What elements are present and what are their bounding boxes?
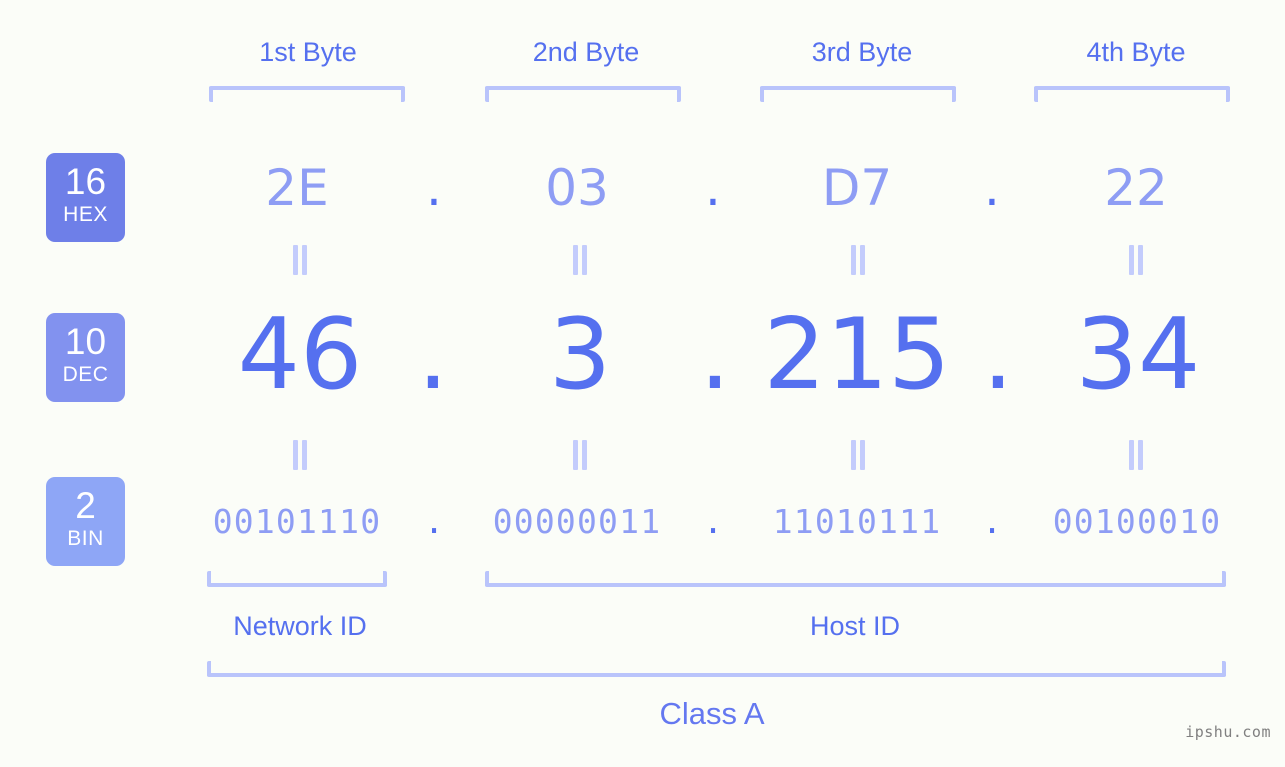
host-id-bracket: [485, 571, 1226, 587]
equals-icon-dec-bin-1: [291, 440, 309, 470]
dec-dot-2: .: [699, 298, 731, 412]
equals-icon-hex-dec-3: [849, 245, 867, 275]
bin-byte-3: 11010111: [772, 502, 942, 541]
dec-byte-3: 215: [763, 298, 951, 412]
byte-header-1: 1st Byte: [259, 37, 357, 67]
hex-dot-2: .: [705, 159, 721, 217]
ip-breakdown-diagram: 1st Byte 2nd Byte 3rd Byte 4th Byte 16 H…: [0, 0, 1285, 767]
watermark: ipshu.com: [1185, 723, 1271, 741]
hex-byte-2: 03: [545, 159, 609, 217]
base-badge-bin: 2 BIN: [46, 477, 125, 566]
dec-dot-3: .: [982, 298, 1014, 412]
bin-byte-4: 00100010: [1052, 502, 1222, 541]
base-badge-dec-word: DEC: [62, 363, 109, 386]
equals-icon-hex-dec-1: [291, 245, 309, 275]
hex-byte-4: 22: [1104, 159, 1168, 217]
dec-byte-4: 34: [1075, 298, 1201, 412]
base-badge-hex-word: HEX: [63, 203, 108, 226]
byte-header-4: 4th Byte: [1086, 37, 1186, 67]
byte-bracket-3: [760, 86, 956, 102]
base-badge-bin-number: 2: [75, 485, 96, 526]
hex-byte-1: 2E: [265, 159, 329, 217]
base-badge-dec-number: 10: [64, 321, 107, 362]
class-label: Class A: [659, 696, 765, 731]
byte-bracket-2: [485, 86, 681, 102]
equals-icon-dec-bin-4: [1127, 440, 1145, 470]
byte-header-2: 2nd Byte: [532, 37, 640, 67]
byte-bracket-1: [209, 86, 405, 102]
base-badge-hex: 16 HEX: [46, 153, 125, 242]
byte-header-3: 3rd Byte: [811, 37, 913, 67]
bin-dot-3: .: [982, 502, 1002, 541]
dec-byte-2: 3: [548, 298, 612, 412]
bin-byte-1: 00101110: [212, 502, 382, 541]
byte-bracket-4: [1034, 86, 1230, 102]
dec-byte-1: 46: [237, 298, 363, 412]
equals-icon-hex-dec-2: [571, 245, 589, 275]
base-badge-hex-number: 16: [64, 161, 107, 202]
base-badge-dec: 10 DEC: [46, 313, 125, 402]
bin-dot-2: .: [703, 502, 723, 541]
bin-byte-2: 00000011: [492, 502, 662, 541]
bin-dot-1: .: [424, 502, 444, 541]
equals-icon-hex-dec-4: [1127, 245, 1145, 275]
class-bracket: [207, 661, 1226, 677]
host-id-label: Host ID: [809, 611, 901, 641]
equals-icon-dec-bin-2: [571, 440, 589, 470]
network-id-bracket: [207, 571, 387, 587]
equals-icon-dec-bin-3: [849, 440, 867, 470]
hex-dot-3: .: [984, 159, 1000, 217]
network-id-label: Network ID: [233, 611, 367, 641]
dec-dot-1: .: [417, 298, 449, 412]
hex-byte-3: D7: [821, 159, 893, 217]
hex-dot-1: .: [426, 159, 442, 217]
base-badge-bin-word: BIN: [67, 527, 104, 550]
